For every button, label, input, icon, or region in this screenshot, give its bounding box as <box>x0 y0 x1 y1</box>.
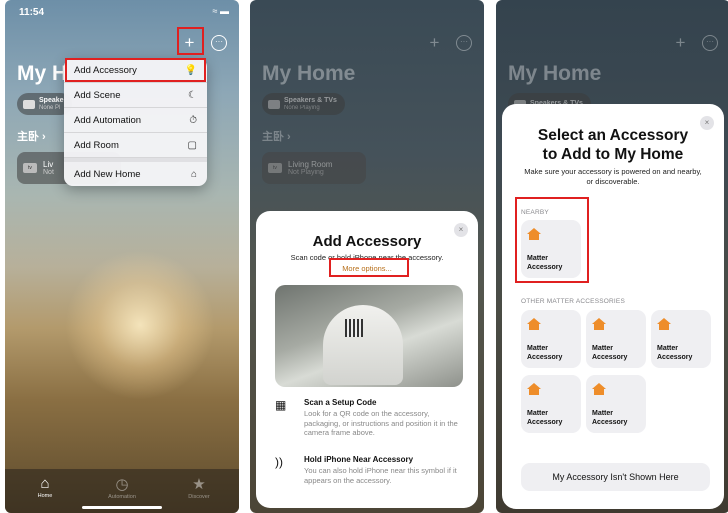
background-glow <box>65 250 215 400</box>
menu-item-label: Add Scene <box>74 89 121 101</box>
house-icon <box>657 318 671 330</box>
apple-tv-icon: tv <box>23 163 37 173</box>
more-button[interactable]: ··· <box>702 35 718 51</box>
select-accessory-sheet: × Select an Accessory to Add to My Home … <box>502 104 724 509</box>
room-header[interactable]: 主卧 › <box>262 128 291 144</box>
clock-icon: ◷ <box>115 476 129 493</box>
menu-add-room[interactable]: Add Room ▢ <box>64 133 207 158</box>
highlight-box <box>329 258 409 277</box>
tab-label: Discover <box>188 494 210 500</box>
pill-subtitle: None Playing <box>284 104 320 111</box>
qr-code-image <box>345 319 363 337</box>
accessory-device-image <box>323 305 403 385</box>
accessory-tile[interactable]: Matter Accessory <box>521 375 581 433</box>
speaker-icon <box>23 99 35 109</box>
status-time: 11:54 <box>19 7 45 18</box>
camera-viewfinder <box>275 285 463 387</box>
home-title: My Home <box>262 62 356 85</box>
menu-item-label: Add New Home <box>74 169 141 180</box>
section-label-other: OTHER MATTER ACCESSORIES <box>521 298 625 305</box>
accessory-not-shown-button[interactable]: My Accessory Isn't Shown Here <box>521 463 710 491</box>
add-accessory-screen: + ··· My Home Speakers & TVs None Playin… <box>250 0 484 513</box>
menu-add-automation[interactable]: Add Automation ⏱ <box>64 108 207 133</box>
nfc-icon: )) <box>275 455 283 469</box>
menu-item-label: Add Room <box>74 139 119 151</box>
accessory-label: Matter Accessory <box>527 410 563 426</box>
house-icon <box>527 318 541 330</box>
tip-body: Look for a QR code on the accessory, pac… <box>304 409 458 437</box>
add-button[interactable]: + <box>425 33 444 52</box>
accessory-tile[interactable]: Matter Accessory <box>651 310 711 368</box>
pill-subtitle: None Pl <box>39 104 61 111</box>
sheet-title: Select an Accessory to Add to My Home <box>537 127 689 163</box>
add-button[interactable]: + <box>671 33 690 52</box>
highlight-box <box>515 197 589 283</box>
tile-title: Liv <box>43 159 54 169</box>
house-icon: ⌂ <box>190 169 197 180</box>
speaker-icon <box>268 99 280 109</box>
tab-discover[interactable]: ★ Discover <box>169 475 229 500</box>
accessory-label: Matter Accessory <box>592 345 628 361</box>
accessory-label: Matter Accessory <box>657 345 693 361</box>
living-room-tile[interactable]: tv Living Room Not Playing <box>262 152 366 184</box>
tab-label: Home <box>37 493 53 499</box>
more-button[interactable]: ··· <box>211 35 227 51</box>
pill-title: Speakers & TVs <box>284 96 337 104</box>
tile-subtitle: Not Playing <box>288 168 324 176</box>
speakers-tvs-pill[interactable]: Speakers & TVs None Playing <box>262 93 345 115</box>
highlight-box <box>177 27 204 55</box>
tip-title: Scan a Setup Code <box>304 398 377 407</box>
status-icons: ≈ ▬ <box>212 6 229 16</box>
accessory-tile[interactable]: Matter Accessory <box>586 375 646 433</box>
home-screen-menu: 11:54 ≈ ▬ + ··· My H Speake None Pl 主卧 ›… <box>5 0 239 513</box>
qr-code-icon: ▦ <box>275 398 287 412</box>
tab-bar: ⌂ Home ◷ Automation ★ Discover <box>5 469 239 513</box>
star-icon: ★ <box>192 476 206 493</box>
tab-home[interactable]: ⌂ Home <box>15 475 75 499</box>
scene-icon: ☾ <box>188 89 197 101</box>
room-header[interactable]: 主卧 › <box>17 128 46 144</box>
house-icon <box>527 383 541 395</box>
add-accessory-sheet: × Add Accessory Scan code or hold iPhone… <box>256 211 478 508</box>
house-icon <box>592 383 606 395</box>
tab-label: Automation <box>108 494 136 500</box>
accessory-tile[interactable]: Matter Accessory <box>586 310 646 368</box>
pill-title: Speake <box>39 96 64 104</box>
tip-title: Hold iPhone Near Accessory <box>304 455 414 464</box>
menu-add-scene[interactable]: Add Scene ☾ <box>64 83 207 108</box>
tile-title: Living Room <box>288 159 333 169</box>
accessory-label: Matter Accessory <box>527 345 563 361</box>
house-icon: ⌂ <box>40 475 50 492</box>
room-icon: ▢ <box>187 139 197 151</box>
house-icon <box>592 318 606 330</box>
select-accessory-screen: + ··· My Home Speakers & TVs × Select an… <box>496 0 728 513</box>
home-title: My H <box>17 62 68 85</box>
sheet-subtitle: Make sure your accessory is powered on a… <box>524 167 702 186</box>
accessory-label: Matter Accessory <box>592 410 628 426</box>
clock-icon: ⏱ <box>189 114 197 126</box>
highlight-box <box>65 58 206 82</box>
tip-body: You can also hold iPhone near this symbo… <box>304 466 457 485</box>
home-indicator <box>82 506 162 509</box>
tab-automation[interactable]: ◷ Automation <box>92 475 152 500</box>
apple-tv-icon: tv <box>268 163 282 173</box>
more-button[interactable]: ··· <box>456 35 472 51</box>
accessory-tile[interactable]: Matter Accessory <box>521 310 581 368</box>
menu-add-new-home[interactable]: Add New Home ⌂ <box>64 158 207 186</box>
home-title: My Home <box>508 62 602 85</box>
tile-subtitle: Not <box>43 168 54 176</box>
menu-item-label: Add Automation <box>74 114 142 126</box>
sheet-title: Add Accessory <box>312 233 422 250</box>
